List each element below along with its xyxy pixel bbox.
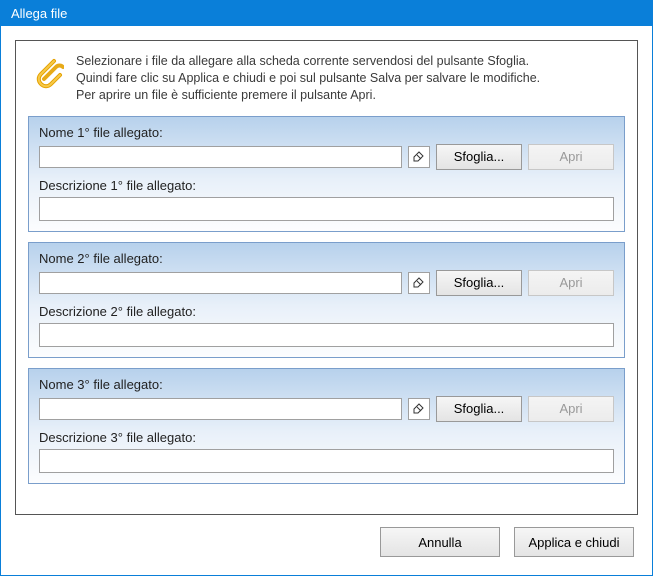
file1-open-button[interactable]: Apri	[528, 144, 614, 170]
file3-desc-input[interactable]	[39, 449, 614, 473]
paperclip-icon	[30, 55, 64, 91]
file3-name-row: Sfoglia... Apri	[39, 396, 614, 422]
intro-text: Selezionare i file da allegare alla sche…	[76, 53, 540, 104]
dialog-footer: Annulla Applica e chiudi	[15, 515, 638, 565]
file2-name-label: Nome 2° file allegato:	[39, 251, 614, 266]
file3-desc-label: Descrizione 3° file allegato:	[39, 430, 614, 445]
file3-name-input[interactable]	[39, 398, 402, 420]
file1-clear-button[interactable]	[408, 146, 430, 168]
file-group-2: Nome 2° file allegato: Sfoglia... Apri D…	[28, 242, 625, 358]
file1-desc-input[interactable]	[39, 197, 614, 221]
file3-name-label: Nome 3° file allegato:	[39, 377, 614, 392]
file3-open-button[interactable]: Apri	[528, 396, 614, 422]
intro-row: Selezionare i file da allegare alla sche…	[28, 53, 625, 106]
intro-line3: Per aprire un file è sufficiente premere…	[76, 87, 540, 104]
file2-desc-input[interactable]	[39, 323, 614, 347]
file3-clear-button[interactable]	[408, 398, 430, 420]
outer-frame: Selezionare i file da allegare alla sche…	[15, 40, 638, 515]
file2-desc-label: Descrizione 2° file allegato:	[39, 304, 614, 319]
file1-name-label: Nome 1° file allegato:	[39, 125, 614, 140]
file2-clear-button[interactable]	[408, 272, 430, 294]
apply-close-button[interactable]: Applica e chiudi	[514, 527, 634, 557]
file2-browse-button[interactable]: Sfoglia...	[436, 270, 522, 296]
file2-open-button[interactable]: Apri	[528, 270, 614, 296]
cancel-button[interactable]: Annulla	[380, 527, 500, 557]
intro-line1: Selezionare i file da allegare alla sche…	[76, 53, 540, 70]
eraser-icon	[412, 400, 426, 417]
file1-name-row: Sfoglia... Apri	[39, 144, 614, 170]
file-group-1: Nome 1° file allegato: Sfoglia... Apri D…	[28, 116, 625, 232]
file1-browse-button[interactable]: Sfoglia...	[436, 144, 522, 170]
window-title: Allega file	[1, 1, 652, 26]
content-area: Selezionare i file da allegare alla sche…	[1, 26, 652, 575]
file3-browse-button[interactable]: Sfoglia...	[436, 396, 522, 422]
file-group-3: Nome 3° file allegato: Sfoglia... Apri D…	[28, 368, 625, 484]
file2-name-input[interactable]	[39, 272, 402, 294]
eraser-icon	[412, 148, 426, 165]
eraser-icon	[412, 274, 426, 291]
file2-name-row: Sfoglia... Apri	[39, 270, 614, 296]
intro-line2: Quindi fare clic su Applica e chiudi e p…	[76, 70, 540, 87]
file1-desc-label: Descrizione 1° file allegato:	[39, 178, 614, 193]
file1-name-input[interactable]	[39, 146, 402, 168]
